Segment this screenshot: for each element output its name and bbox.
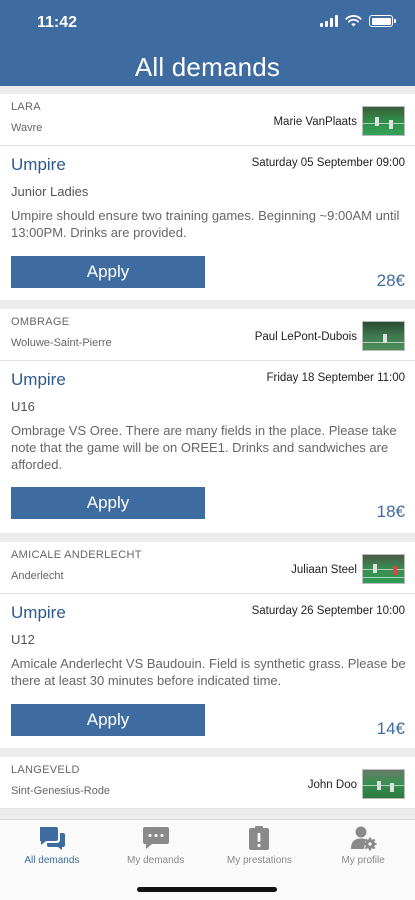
club-name: LARA (11, 101, 41, 113)
demand-date: Saturday 05 September 09:00 (251, 157, 405, 169)
chat-bubbles-icon (39, 827, 65, 850)
tab-label: All demands (24, 855, 80, 866)
club-row[interactable]: LARA Wavre Marie VanPlaats (0, 94, 415, 146)
club-row[interactable]: OMBRAGE Woluwe-Saint-Pierre Paul LePont-… (0, 309, 415, 361)
tab-label: My profile (341, 855, 385, 866)
page-title: All demands (134, 52, 281, 82)
role-title: Umpire (11, 603, 66, 622)
demand-date: Friday 18 September 11:00 (266, 372, 405, 384)
demand-card: LARA Wavre Marie VanPlaats Umpire Saturd… (0, 94, 415, 300)
club-city: Sint-Genesius-Rode (11, 785, 111, 797)
demand-description: Umpire should ensure two training games.… (11, 208, 400, 240)
chat-bubble-icon (142, 827, 169, 849)
clipboard-alert-icon (249, 826, 270, 850)
user-gear-icon (351, 826, 377, 851)
requester-name: John Doo (307, 779, 357, 791)
club-name: LANGEVELD (11, 764, 80, 776)
home-indicator[interactable] (137, 887, 277, 892)
wifi-icon (345, 15, 362, 27)
demand-details: Umpire Saturday 05 September 09:00 Junio… (0, 146, 415, 300)
club-city: Wavre (11, 122, 43, 134)
role-title: Umpire (11, 155, 66, 174)
demand-description: Amicale Anderlecht VS Baudouin. Field is… (11, 656, 406, 688)
demand-category: U16 (11, 399, 35, 414)
apply-button[interactable]: Apply (11, 256, 205, 288)
status-icons (320, 15, 396, 27)
demand-details: Umpire Saturday 26 September 10:00 U12 A… (0, 594, 415, 748)
demand-category: Junior Ladies (11, 184, 89, 199)
club-name: AMICALE ANDERLECHT (11, 549, 142, 561)
club-row[interactable]: LANGEVELD Sint-Genesius-Rode John Doo (0, 757, 415, 809)
club-photo (362, 554, 405, 584)
demand-price: 28€ (376, 271, 405, 290)
club-photo (362, 106, 405, 136)
club-photo (362, 769, 405, 799)
club-city: Woluwe-Saint-Pierre (11, 337, 112, 349)
demand-details: Umpire Friday 18 September 11:00 U16 Omb… (0, 361, 415, 533)
club-photo (362, 321, 405, 351)
demand-card: AMICALE ANDERLECHT Anderlecht Juliaan St… (0, 542, 415, 748)
status-time: 11:42 (37, 14, 78, 31)
apply-button[interactable]: Apply (11, 487, 205, 519)
demand-date: Saturday 26 September 10:00 (251, 605, 405, 617)
cellular-signal-icon (320, 15, 338, 27)
requester-name: Marie VanPlaats (273, 116, 357, 128)
demand-category: U12 (11, 632, 35, 647)
requester-name: Paul LePont-Dubois (254, 331, 357, 343)
demands-list[interactable]: LARA Wavre Marie VanPlaats Umpire Saturd… (0, 94, 415, 818)
demand-price: 14€ (376, 719, 405, 738)
club-row[interactable]: AMICALE ANDERLECHT Anderlecht Juliaan St… (0, 542, 415, 594)
battery-icon (369, 15, 396, 27)
demand-card: LANGEVELD Sint-Genesius-Rode John Doo (0, 757, 415, 809)
role-title: Umpire (11, 370, 66, 389)
club-city: Anderlecht (11, 570, 64, 582)
tab-label: My prestations (226, 855, 292, 866)
demand-description: Ombrage VS Oree. There are many fields i… (11, 423, 397, 472)
tab-all-demands[interactable]: All demands (0, 820, 104, 900)
requester-name: Juliaan Steel (291, 564, 357, 576)
apply-button[interactable]: Apply (11, 704, 205, 736)
demand-price: 18€ (376, 502, 405, 521)
club-name: OMBRAGE (11, 316, 70, 328)
app-header: 11:42 All demands (0, 0, 415, 86)
demand-card: OMBRAGE Woluwe-Saint-Pierre Paul LePont-… (0, 309, 415, 533)
tab-label: My demands (127, 855, 185, 866)
tab-my-profile[interactable]: My profile (311, 820, 415, 900)
